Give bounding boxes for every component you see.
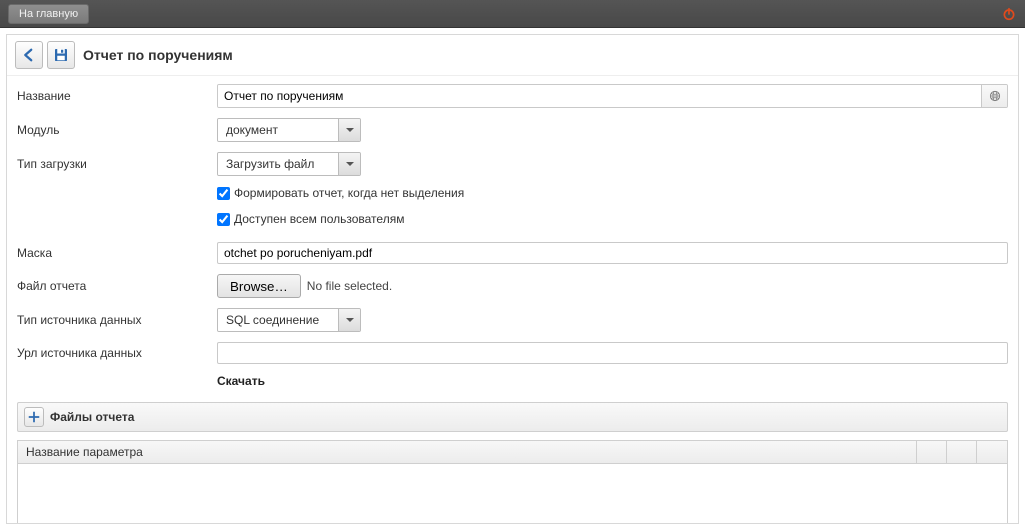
- row-datasource-type: Тип источника данных SQL соединение: [17, 308, 1008, 332]
- chevron-down-icon: [345, 315, 355, 325]
- checkbox-generate-row[interactable]: Формировать отчет, когда нет выделения: [217, 186, 464, 200]
- files-section-header: Файлы отчета: [17, 402, 1008, 432]
- th-action-3: [977, 441, 1007, 463]
- globe-icon: [988, 89, 1002, 103]
- content: Название Модуль: [7, 76, 1018, 523]
- name-input[interactable]: [218, 85, 981, 107]
- chevron-down-icon: [345, 125, 355, 135]
- checkbox-available-row[interactable]: Доступен всем пользователям: [217, 212, 404, 226]
- datasource-type-select[interactable]: SQL соединение: [217, 308, 361, 332]
- power-button[interactable]: [999, 4, 1019, 24]
- load-type-label: Тип загрузки: [17, 157, 217, 171]
- row-file: Файл отчета Browse… No file selected.: [17, 274, 1008, 298]
- load-type-select-value: Загрузить файл: [218, 153, 338, 175]
- row-checkboxes: Формировать отчет, когда нет выделения Д…: [17, 186, 1008, 232]
- datasource-type-select-arrow[interactable]: [338, 309, 360, 331]
- chevron-down-icon: [345, 159, 355, 169]
- datasource-type-label: Тип источника данных: [17, 313, 217, 327]
- arrow-left-icon: [20, 46, 38, 64]
- home-button[interactable]: На главную: [8, 4, 89, 24]
- download-link[interactable]: Скачать: [217, 374, 265, 388]
- toolbar: Отчет по поручениям: [7, 35, 1018, 76]
- module-label: Модуль: [17, 123, 217, 137]
- browse-button[interactable]: Browse…: [217, 274, 301, 298]
- row-name: Название: [17, 84, 1008, 108]
- row-datasource-url: Урл источника данных: [17, 342, 1008, 364]
- checkbox-available-label: Доступен всем пользователям: [234, 212, 404, 226]
- checkbox-generate-label: Формировать отчет, когда нет выделения: [234, 186, 464, 200]
- floppy-disk-icon: [52, 46, 70, 64]
- file-status: No file selected.: [307, 279, 392, 293]
- datasource-url-input[interactable]: [217, 342, 1008, 364]
- checkbox-generate[interactable]: [217, 187, 230, 200]
- table-header: Название параметра: [17, 440, 1008, 464]
- name-label: Название: [17, 89, 217, 103]
- module-select-arrow[interactable]: [338, 119, 360, 141]
- th-action-1: [917, 441, 947, 463]
- back-button[interactable]: [15, 41, 43, 69]
- page-container: Отчет по поручениям Название: [6, 34, 1019, 524]
- row-load-type: Тип загрузки Загрузить файл: [17, 152, 1008, 176]
- topbar: На главную: [0, 0, 1025, 28]
- datasource-type-select-value: SQL соединение: [218, 309, 338, 331]
- page-title: Отчет по поручениям: [83, 47, 233, 63]
- module-select-value: документ: [218, 119, 338, 141]
- add-file-button[interactable]: [24, 407, 44, 427]
- table-body: [17, 464, 1008, 523]
- load-type-select[interactable]: Загрузить файл: [217, 152, 361, 176]
- checkbox-available[interactable]: [217, 213, 230, 226]
- load-type-select-arrow[interactable]: [338, 153, 360, 175]
- row-download: Скачать: [17, 374, 1008, 388]
- row-module: Модуль документ: [17, 118, 1008, 142]
- home-button-label: На главную: [19, 8, 78, 20]
- files-section-title: Файлы отчета: [50, 410, 134, 424]
- globe-button[interactable]: [981, 85, 1007, 107]
- row-mask: Маска: [17, 242, 1008, 264]
- mask-input[interactable]: [217, 242, 1008, 264]
- name-input-wrap: [217, 84, 1008, 108]
- th-action-2: [947, 441, 977, 463]
- plus-icon: [27, 410, 41, 424]
- mask-label: Маска: [17, 246, 217, 260]
- datasource-url-label: Урл источника данных: [17, 346, 217, 360]
- save-button[interactable]: [47, 41, 75, 69]
- power-icon: [1001, 6, 1017, 22]
- file-label: Файл отчета: [17, 279, 217, 293]
- th-param-name: Название параметра: [18, 441, 917, 463]
- module-select[interactable]: документ: [217, 118, 361, 142]
